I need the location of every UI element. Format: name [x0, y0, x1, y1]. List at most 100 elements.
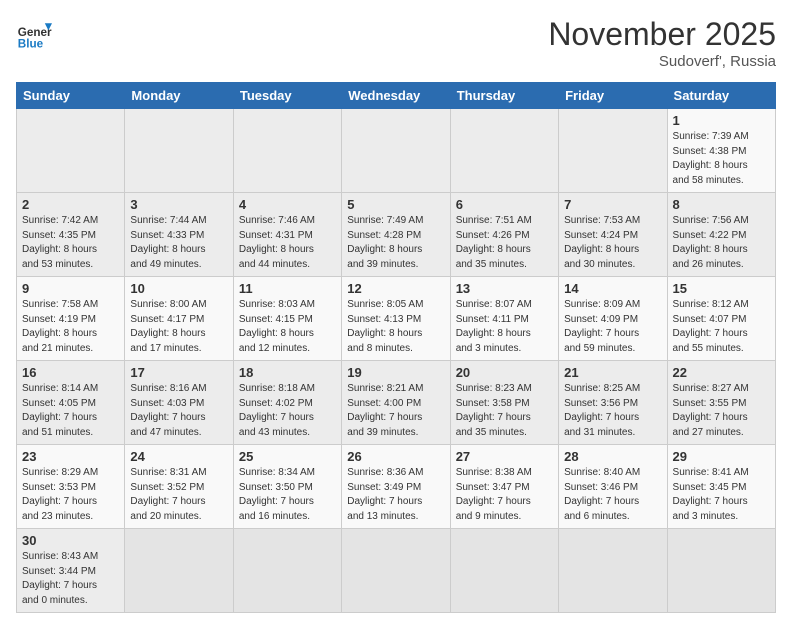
logo-icon: General Blue: [16, 16, 52, 52]
calendar-cell: 18 Sunrise: 8:18 AM Sunset: 4:02 PM Dayli…: [233, 361, 341, 445]
day-info: Sunrise: 8:40 AM Sunset: 3:46 PM Dayligh…: [564, 466, 661, 524]
calendar-cell: 24Sunrise: 8:31 AM Sunset: 3:52 PM Dayli…: [125, 445, 233, 529]
weekday-header-monday: Monday: [125, 83, 233, 109]
day-info: Sunrise: 7:39 AM Sunset: 4:38 PM Dayligh…: [673, 130, 770, 188]
day-number: 7: [564, 197, 661, 212]
day-info: Sunrise: 8:43 AM Sunset: 3:44 PM Dayligh…: [22, 550, 119, 608]
calendar-cell: 25Sunrise: 8:34 AM Sunset: 3:50 PM Dayli…: [233, 445, 341, 529]
calendar-cell: 22 Sunrise: 8:27 AM Sunset: 3:55 PM Dayli…: [667, 361, 775, 445]
day-number: 25: [239, 449, 336, 464]
calendar-cell: [450, 529, 558, 613]
day-info: Sunrise: 8:38 AM Sunset: 3:47 PM Dayligh…: [456, 466, 553, 524]
calendar-cell: 11 Sunrise: 8:03 AM Sunset: 4:15 PM Dayli…: [233, 277, 341, 361]
calendar-cell: [667, 529, 775, 613]
calendar-cell: 12 Sunrise: 8:05 AM Sunset: 4:13 PM Dayli…: [342, 277, 450, 361]
day-info: Sunrise: 8:41 AM Sunset: 3:45 PM Dayligh…: [673, 466, 770, 524]
calendar-cell: 6 Sunrise: 7:51 AM Sunset: 4:26 PM Daylig…: [450, 193, 558, 277]
day-number: 16: [22, 365, 119, 380]
day-number: 18: [239, 365, 336, 380]
weekday-header-sunday: Sunday: [17, 83, 125, 109]
day-number: 1: [673, 113, 770, 128]
week-row-4: 16Sunrise: 8:14 AM Sunset: 4:05 PM Dayli…: [17, 361, 776, 445]
day-number: 13: [456, 281, 553, 296]
day-info: Sunrise: 7:46 AM Sunset: 4:31 PM Dayligh…: [239, 214, 336, 272]
calendar-cell: 8Sunrise: 7:56 AM Sunset: 4:22 PM Daylig…: [667, 193, 775, 277]
svg-text:Blue: Blue: [18, 38, 44, 51]
calendar-cell: [342, 109, 450, 193]
day-info: Sunrise: 8:21 AM Sunset: 4:00 PM Dayligh…: [347, 382, 444, 440]
day-info: Sunrise: 8:16 AM Sunset: 4:03 PM Dayligh…: [130, 382, 227, 440]
day-number: 22: [673, 365, 770, 380]
day-info: Sunrise: 8:29 AM Sunset: 3:53 PM Dayligh…: [22, 466, 119, 524]
day-info: Sunrise: 7:51 AM Sunset: 4:26 PM Dayligh…: [456, 214, 553, 272]
calendar-cell: 5 Sunrise: 7:49 AM Sunset: 4:28 PM Daylig…: [342, 193, 450, 277]
calendar-cell: 17Sunrise: 8:16 AM Sunset: 4:03 PM Dayli…: [125, 361, 233, 445]
calendar-cell: 19Sunrise: 8:21 AM Sunset: 4:00 PM Dayli…: [342, 361, 450, 445]
calendar-cell: 14 Sunrise: 8:09 AM Sunset: 4:09 PM Dayli…: [559, 277, 667, 361]
weekday-header-row: SundayMondayTuesdayWednesdayThursdayFrid…: [17, 83, 776, 109]
day-number: 11: [239, 281, 336, 296]
calendar-cell: 10 Sunrise: 8:00 AM Sunset: 4:17 PM Dayli…: [125, 277, 233, 361]
day-info: Sunrise: 7:44 AM Sunset: 4:33 PM Dayligh…: [130, 214, 227, 272]
day-info: Sunrise: 7:58 AM Sunset: 4:19 PM Dayligh…: [22, 298, 119, 356]
calendar-cell: 1 Sunrise: 7:39 AM Sunset: 4:38 PM Daylig…: [667, 109, 775, 193]
day-number: 27: [456, 449, 553, 464]
calendar-cell: 3 Sunrise: 7:44 AM Sunset: 4:33 PM Daylig…: [125, 193, 233, 277]
day-number: 28: [564, 449, 661, 464]
day-info: Sunrise: 8:05 AM Sunset: 4:13 PM Dayligh…: [347, 298, 444, 356]
calendar-cell: 21Sunrise: 8:25 AM Sunset: 3:56 PM Dayli…: [559, 361, 667, 445]
day-number: 6: [456, 197, 553, 212]
day-number: 14: [564, 281, 661, 296]
calendar-cell: [125, 109, 233, 193]
month-title: November 2025: [548, 16, 776, 53]
day-info: Sunrise: 8:23 AM Sunset: 3:58 PM Dayligh…: [456, 382, 553, 440]
day-info: Sunrise: 8:27 AM Sunset: 3:55 PM Dayligh…: [673, 382, 770, 440]
weekday-header-saturday: Saturday: [667, 83, 775, 109]
weekday-header-friday: Friday: [559, 83, 667, 109]
calendar-cell: 9 Sunrise: 7:58 AM Sunset: 4:19 PM Daylig…: [17, 277, 125, 361]
day-number: 20: [456, 365, 553, 380]
day-number: 30: [22, 533, 119, 548]
calendar-cell: 23Sunrise: 8:29 AM Sunset: 3:53 PM Dayli…: [17, 445, 125, 529]
calendar-cell: [233, 109, 341, 193]
weekday-header-wednesday: Wednesday: [342, 83, 450, 109]
weekday-header-tuesday: Tuesday: [233, 83, 341, 109]
calendar-cell: [450, 109, 558, 193]
calendar-cell: 15Sunrise: 8:12 AM Sunset: 4:07 PM Dayli…: [667, 277, 775, 361]
day-info: Sunrise: 8:03 AM Sunset: 4:15 PM Dayligh…: [239, 298, 336, 356]
calendar-cell: 28 Sunrise: 8:40 AM Sunset: 3:46 PM Dayli…: [559, 445, 667, 529]
day-number: 9: [22, 281, 119, 296]
day-number: 5: [347, 197, 444, 212]
week-row-5: 23Sunrise: 8:29 AM Sunset: 3:53 PM Dayli…: [17, 445, 776, 529]
calendar-cell: 16Sunrise: 8:14 AM Sunset: 4:05 PM Dayli…: [17, 361, 125, 445]
day-number: 26: [347, 449, 444, 464]
day-number: 29: [673, 449, 770, 464]
calendar-cell: 29 Sunrise: 8:41 AM Sunset: 3:45 PM Dayli…: [667, 445, 775, 529]
day-info: Sunrise: 8:25 AM Sunset: 3:56 PM Dayligh…: [564, 382, 661, 440]
calendar-cell: [342, 529, 450, 613]
logo: General Blue: [16, 16, 52, 52]
day-number: 2: [22, 197, 119, 212]
location: Sudoverf', Russia: [548, 53, 776, 70]
day-number: 4: [239, 197, 336, 212]
calendar-cell: [125, 529, 233, 613]
calendar-cell: [233, 529, 341, 613]
day-number: 3: [130, 197, 227, 212]
week-row-2: 2Sunrise: 7:42 AM Sunset: 4:35 PM Daylig…: [17, 193, 776, 277]
day-number: 12: [347, 281, 444, 296]
day-info: Sunrise: 8:09 AM Sunset: 4:09 PM Dayligh…: [564, 298, 661, 356]
week-row-1: 1 Sunrise: 7:39 AM Sunset: 4:38 PM Daylig…: [17, 109, 776, 193]
calendar-cell: 4 Sunrise: 7:46 AM Sunset: 4:31 PM Daylig…: [233, 193, 341, 277]
calendar-cell: [559, 529, 667, 613]
day-info: Sunrise: 8:18 AM Sunset: 4:02 PM Dayligh…: [239, 382, 336, 440]
day-info: Sunrise: 7:49 AM Sunset: 4:28 PM Dayligh…: [347, 214, 444, 272]
page-header: General Blue November 2025 Sudoverf', Ru…: [16, 16, 776, 70]
day-number: 10: [130, 281, 227, 296]
day-info: Sunrise: 8:07 AM Sunset: 4:11 PM Dayligh…: [456, 298, 553, 356]
calendar-cell: 27 Sunrise: 8:38 AM Sunset: 3:47 PM Dayli…: [450, 445, 558, 529]
day-number: 24: [130, 449, 227, 464]
calendar-cell: [559, 109, 667, 193]
day-info: Sunrise: 7:56 AM Sunset: 4:22 PM Dayligh…: [673, 214, 770, 272]
calendar-cell: 7Sunrise: 7:53 AM Sunset: 4:24 PM Daylig…: [559, 193, 667, 277]
day-info: Sunrise: 8:00 AM Sunset: 4:17 PM Dayligh…: [130, 298, 227, 356]
